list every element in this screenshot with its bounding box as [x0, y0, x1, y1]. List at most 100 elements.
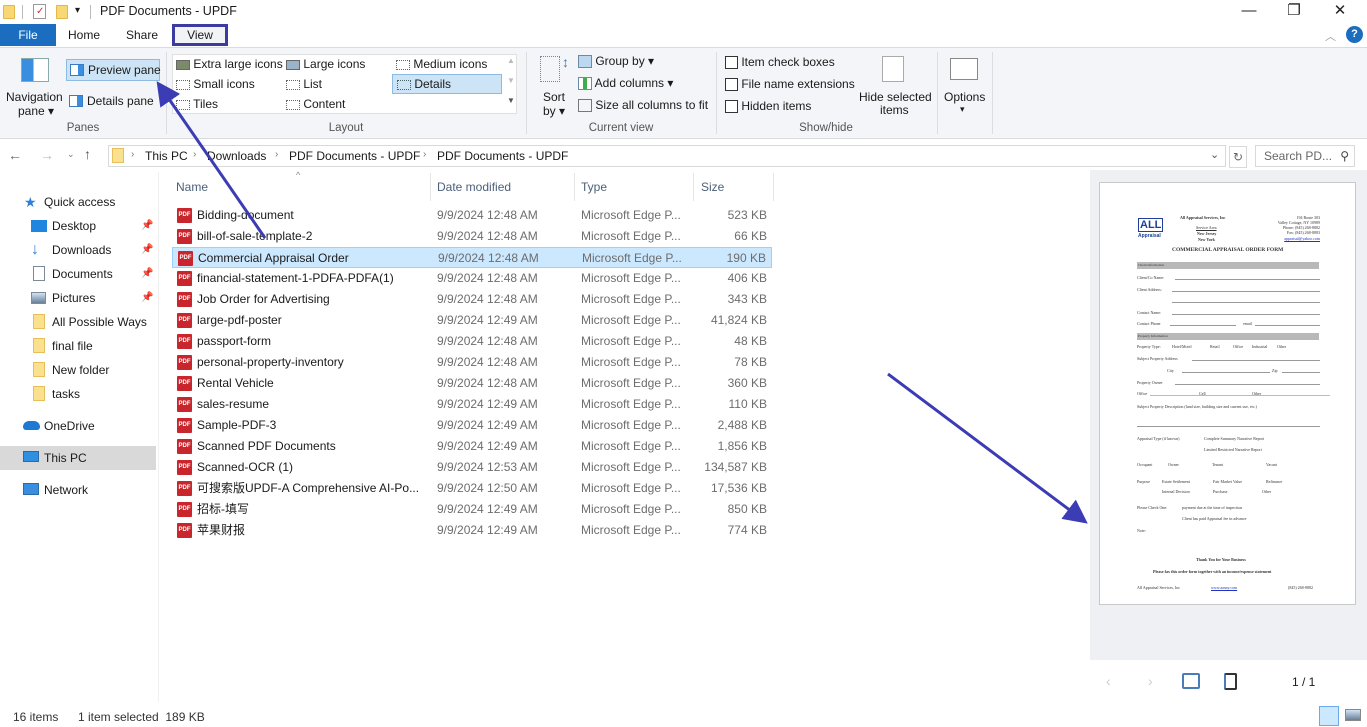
size-all-columns-button[interactable]: Size all columns to fit [578, 98, 708, 113]
nav-item-documents[interactable]: Documents 📌 [0, 262, 156, 286]
pin-icon[interactable]: 📌 [141, 214, 153, 238]
back-button[interactable]: ← [8, 147, 22, 163]
column-header-size[interactable]: Size [701, 178, 724, 198]
file-row[interactable]: PDF Rental Vehicle 9/9/2024 12:48 AM Mic… [172, 373, 772, 394]
nav-item-downloads[interactable]: ↓ Downloads 📌 [0, 238, 156, 262]
breadcrumb-chevron[interactable]: › [423, 149, 426, 160]
help-icon[interactable]: ? [1346, 26, 1363, 43]
gallery-up-icon[interactable]: ▲ [507, 56, 515, 65]
checkbox[interactable] [725, 100, 738, 114]
sort-by-button[interactable]: ↕ Sort by ▾ [536, 54, 572, 118]
file-name-extensions-toggle[interactable]: File name extensions [725, 77, 855, 92]
gallery-more-icon[interactable]: ▼ [507, 96, 515, 105]
hide-selected-items-button[interactable]: Hide selected items [855, 54, 933, 117]
column-header-name[interactable]: Name [176, 178, 208, 198]
address-bar[interactable]: › This PC › Downloads › PDF Documents - … [108, 145, 1226, 167]
search-input[interactable]: Search PD... ⚲ [1255, 145, 1355, 167]
pdf-preview-page[interactable]: ALL Appraisal All Appraisal Services, In… [1099, 182, 1356, 605]
layout-large-icons[interactable]: Large icons [286, 57, 365, 71]
nav-item-folder[interactable]: tasks [0, 382, 156, 406]
layout-medium-icons[interactable]: Medium icons [396, 57, 487, 71]
item-check-boxes-toggle[interactable]: Item check boxes [725, 55, 835, 70]
nav-quick-access[interactable]: ★ Quick access [0, 190, 156, 214]
column-divider[interactable] [574, 173, 575, 201]
layout-content[interactable]: Content [286, 97, 345, 111]
customize-toolbar-icon[interactable]: ▾ [75, 5, 80, 16]
preview-pane-button[interactable]: Preview pane [66, 59, 161, 81]
up-button[interactable]: ↑ [84, 146, 91, 162]
pin-icon[interactable]: 📌 [141, 238, 153, 262]
forward-button[interactable]: → [40, 147, 54, 163]
file-row[interactable]: PDF personal-property-inventory 9/9/2024… [172, 352, 772, 373]
nav-item-desktop[interactable]: Desktop 📌 [0, 214, 156, 238]
file-row[interactable]: PDF Scanned PDF Documents 9/9/2024 12:49… [172, 436, 772, 457]
tab-view[interactable]: View [172, 24, 228, 46]
file-row[interactable]: PDF sales-resume 9/9/2024 12:49 AM Micro… [172, 394, 772, 415]
pin-icon[interactable]: 📌 [141, 262, 153, 286]
file-row[interactable]: PDF passport-form 9/9/2024 12:48 AM Micr… [172, 331, 772, 352]
breadcrumb-this-pc[interactable]: This PC [145, 149, 188, 163]
tab-share[interactable]: Share [118, 24, 166, 46]
navigation-pane-button[interactable]: Navigation pane ▾ [6, 50, 66, 118]
fit-page-icon[interactable] [1224, 673, 1237, 690]
pin-icon[interactable]: 📌 [141, 286, 153, 310]
column-divider[interactable] [430, 173, 431, 201]
checkbox[interactable] [725, 78, 738, 92]
breadcrumb-folder[interactable]: PDF Documents - UPDF [289, 149, 420, 163]
fit-width-icon[interactable] [1182, 673, 1200, 689]
file-row[interactable]: PDF Job Order for Advertising 9/9/2024 1… [172, 289, 772, 310]
nav-item-folder[interactable]: final file [0, 334, 156, 358]
gallery-down-icon[interactable]: ▼ [507, 76, 515, 85]
next-page-button[interactable]: › [1148, 673, 1153, 689]
file-row[interactable]: PDF 苹果财报 9/9/2024 12:49 AM Microsoft Edg… [172, 520, 772, 541]
recent-locations-icon[interactable]: ⌄ [67, 149, 75, 160]
previous-page-button[interactable]: ‹ [1106, 673, 1111, 689]
breadcrumb-chevron[interactable]: › [275, 149, 278, 160]
file-row[interactable]: PDF Bidding-document 9/9/2024 12:48 AM M… [172, 205, 772, 226]
details-pane-button[interactable]: Details pane [66, 91, 160, 113]
file-row[interactable]: PDF Scanned-OCR (1) 9/9/2024 12:53 AM Mi… [172, 457, 772, 478]
file-row[interactable]: PDF bill-of-sale-template-2 9/9/2024 12:… [172, 226, 772, 247]
tab-file[interactable]: File [0, 24, 56, 46]
breadcrumb-chevron[interactable]: › [131, 149, 134, 160]
nav-network[interactable]: Network [0, 478, 156, 502]
file-row[interactable]: PDF financial-statement-1-PDFA-PDFA(1) 9… [172, 268, 772, 289]
options-button[interactable]: Options ▾ [942, 54, 988, 116]
properties-icon[interactable]: ✓ [33, 4, 46, 19]
file-row[interactable]: PDF 可搜索版UPDF-A Comprehensive AI-Po... 9/… [172, 478, 772, 499]
hidden-items-toggle[interactable]: Hidden items [725, 99, 811, 114]
layout-extra-large-icons[interactable]: Extra large icons [176, 57, 283, 71]
column-divider[interactable] [773, 173, 774, 201]
file-row[interactable]: PDF large-pdf-poster 9/9/2024 12:49 AM M… [172, 310, 772, 331]
breadcrumb-chevron[interactable]: › [193, 149, 196, 160]
nav-item-folder[interactable]: New folder [0, 358, 156, 382]
minimize-button[interactable]: — [1240, 2, 1258, 20]
nav-item-folder[interactable]: All Possible Ways tc [0, 310, 156, 334]
layout-list[interactable]: List [286, 77, 322, 91]
large-icons-view-toggle[interactable] [1345, 709, 1361, 721]
file-row[interactable]: PDF Commercial Appraisal Order 9/9/2024 … [172, 247, 772, 268]
restore-button[interactable]: ❐ [1285, 2, 1303, 20]
breadcrumb-downloads[interactable]: Downloads [207, 149, 266, 163]
column-header-date[interactable]: Date modified [437, 178, 511, 198]
address-dropdown-icon[interactable]: ⌄ [1210, 148, 1219, 161]
tab-home[interactable]: Home [60, 24, 108, 46]
add-columns-button[interactable]: Add columns ▾ [578, 76, 673, 91]
nav-item-pictures[interactable]: Pictures 📌 [0, 286, 156, 310]
column-header-type[interactable]: Type [581, 178, 607, 198]
layout-details[interactable]: Details [392, 74, 502, 94]
group-by-button[interactable]: Group by ▾ [578, 54, 654, 69]
file-row[interactable]: PDF Sample-PDF-3 9/9/2024 12:49 AM Micro… [172, 415, 772, 436]
pane-divider[interactable] [158, 172, 159, 702]
nav-onedrive[interactable]: OneDrive [0, 414, 156, 438]
checkbox[interactable] [725, 56, 738, 70]
layout-tiles[interactable]: Tiles [176, 97, 218, 111]
nav-this-pc[interactable]: This PC [0, 446, 156, 470]
close-button[interactable]: ✕ [1331, 2, 1349, 20]
file-row[interactable]: PDF 招标-填写 9/9/2024 12:49 AM Microsoft Ed… [172, 499, 772, 520]
column-divider[interactable] [693, 173, 694, 201]
refresh-icon[interactable]: ↻ [1229, 146, 1247, 168]
collapse-ribbon-icon[interactable]: ︿ [1325, 28, 1336, 44]
new-folder-icon[interactable] [56, 5, 68, 19]
breadcrumb-current[interactable]: PDF Documents - UPDF [437, 149, 568, 163]
